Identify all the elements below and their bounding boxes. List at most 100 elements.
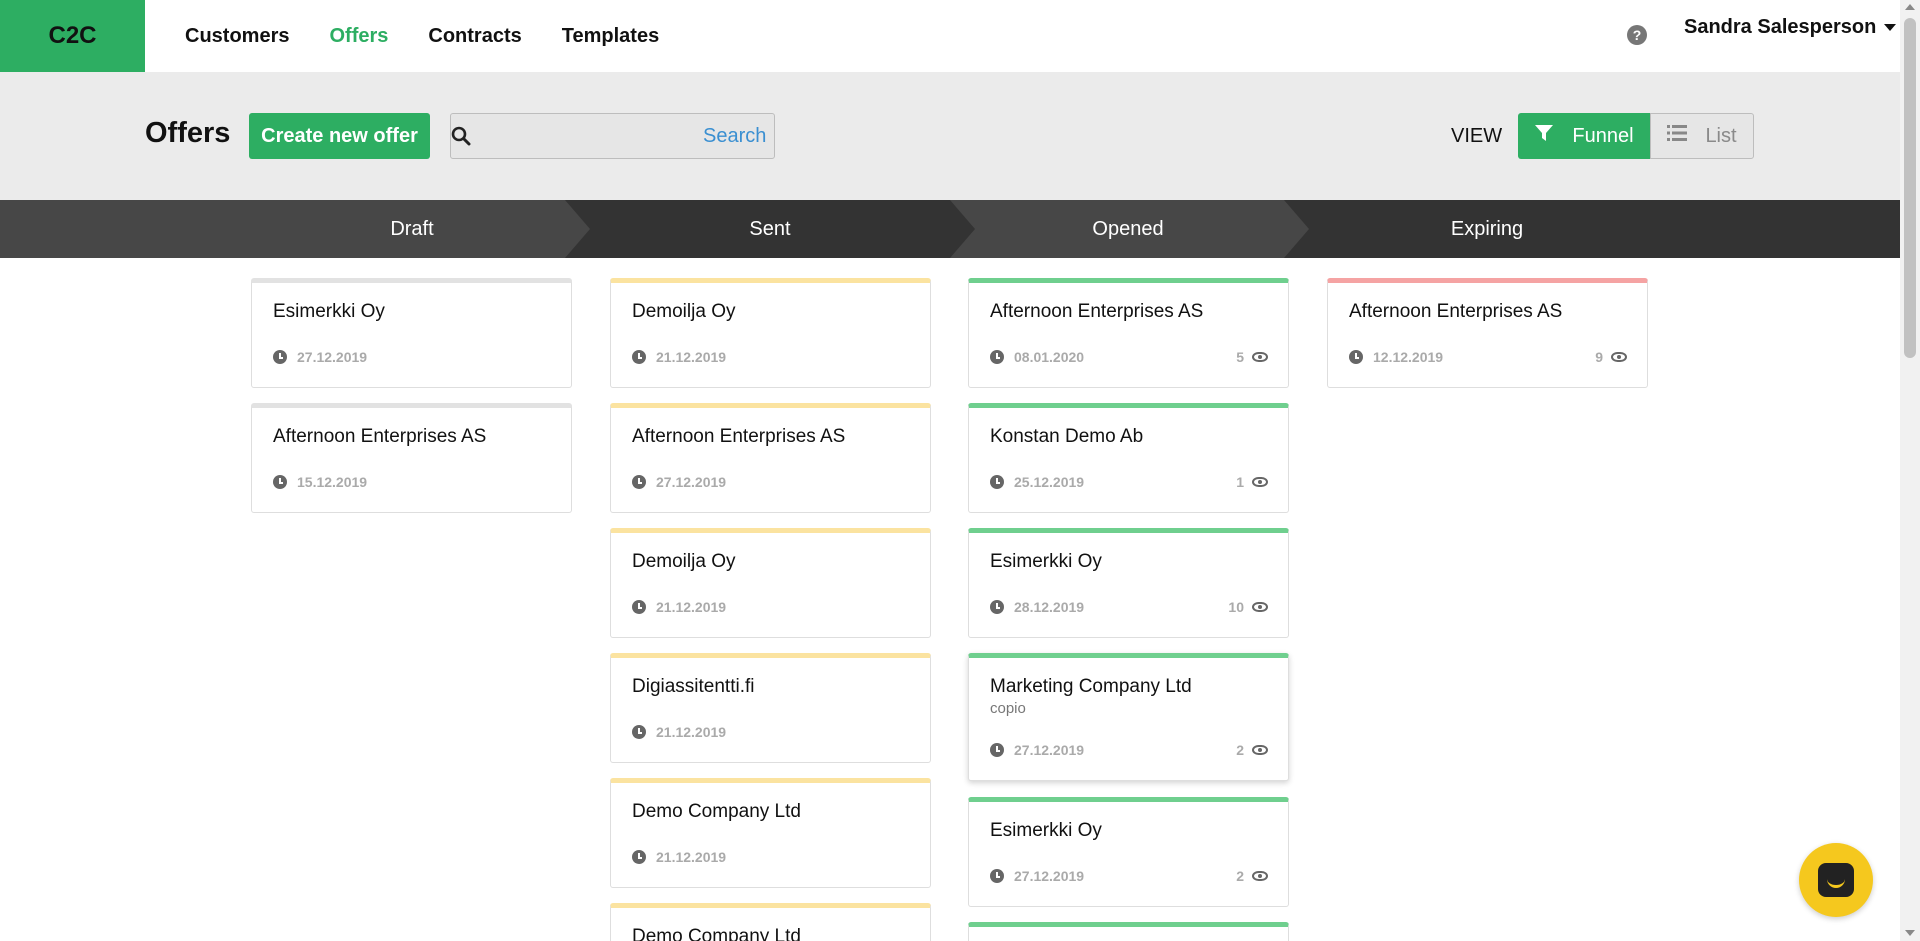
- view-count: 2: [1236, 742, 1244, 758]
- eye-icon: [1252, 745, 1268, 755]
- clock-icon: [632, 475, 646, 489]
- view-count: 5: [1236, 349, 1244, 365]
- clock-icon: [990, 475, 1004, 489]
- offer-customer-name: Marketing Company Ltd: [990, 676, 1192, 697]
- offer-customer-name: Afternoon Enterprises AS: [1349, 301, 1563, 322]
- offer-card[interactable]: Esimerkki Oy 27.12.2019 2: [968, 797, 1289, 907]
- offer-subtitle: copio: [990, 700, 1026, 717]
- offer-customer-name: Demoilja Oy: [632, 301, 736, 322]
- offer-customer-name: Digiassitentti.fi: [632, 676, 755, 697]
- app-logo[interactable]: C2C: [0, 0, 145, 72]
- clock-icon: [990, 350, 1004, 364]
- view-label: VIEW: [1451, 125, 1503, 147]
- search-icon: [451, 113, 471, 159]
- scroll-thumb[interactable]: [1904, 18, 1916, 358]
- search-button[interactable]: Search: [703, 125, 766, 148]
- scroll-down-icon[interactable]: [1905, 930, 1915, 936]
- eye-icon: [1252, 871, 1268, 881]
- eye-icon: [1611, 352, 1627, 362]
- stage-expiring: Expiring: [1450, 217, 1524, 240]
- eye-icon: [1252, 477, 1268, 487]
- offer-date: 27.12.2019: [297, 349, 368, 365]
- offer-customer-name: Demo Company Ltd: [632, 801, 801, 822]
- offer-card[interactable]: Esimerkki Oy 27.12.2019: [251, 278, 572, 388]
- clock-icon: [632, 600, 646, 614]
- stage-sent: Sent: [749, 217, 791, 240]
- offer-views: 2: [1236, 868, 1268, 884]
- offer-customer-name: Demo Company Ltd: [632, 926, 801, 941]
- clock-icon: [990, 743, 1004, 757]
- funnel-stage-bar: Draft Sent Opened Expiring: [0, 200, 1900, 258]
- view-count: 10: [1228, 599, 1244, 615]
- offer-date: 21.12.2019: [656, 599, 727, 615]
- offer-card[interactable]: Demoilja Oy 21.12.2019: [610, 278, 931, 388]
- offer-card[interactable]: Afternoon Enterprises AS 08.01.2020 5: [968, 278, 1289, 388]
- page-scrollbar[interactable]: [1900, 0, 1920, 941]
- help-icon[interactable]: ?: [1627, 25, 1647, 45]
- user-name: Sandra Salesperson: [1684, 16, 1877, 38]
- search-box: Search: [450, 113, 775, 159]
- nav-contracts[interactable]: Contracts: [428, 25, 521, 48]
- offer-card[interactable]: Konstan Demo Ab 25.12.2019 1: [968, 403, 1289, 513]
- offer-date: 08.01.2020: [1014, 349, 1085, 365]
- eye-icon: [1252, 352, 1268, 362]
- offer-customer-name: Esimerkki Oy: [990, 820, 1102, 841]
- user-menu[interactable]: Sandra Salesperson: [1684, 16, 1897, 39]
- clock-icon: [1349, 350, 1363, 364]
- page-header: Offers Create new offer Search VIEW Funn…: [0, 72, 1900, 200]
- caret-down-icon: [1884, 24, 1897, 31]
- offer-customer-name: Afternoon Enterprises AS: [273, 426, 487, 447]
- nav-templates[interactable]: Templates: [562, 25, 659, 48]
- view-funnel-label: Funnel: [1572, 124, 1634, 147]
- offer-card[interactable]: Marketing Company Ltd copio 27.12.2019 2: [968, 653, 1289, 781]
- top-navbar: C2C Customers Offers Contracts Templates…: [0, 0, 1900, 72]
- offer-customer-name: Esimerkki Oy: [273, 301, 385, 322]
- page-title: Offers: [145, 117, 231, 149]
- offer-card[interactable]: Afternoon Enterprises AS 27.12.2019: [610, 403, 931, 513]
- offer-card[interactable]: Esimerkki Oy 28.12.2019 10: [968, 528, 1289, 638]
- clock-icon: [990, 869, 1004, 883]
- stage-draft: Draft: [390, 217, 434, 240]
- offer-views: 2: [1236, 742, 1268, 758]
- chat-icon: [1818, 863, 1854, 897]
- offer-customer-name: Afternoon Enterprises AS: [632, 426, 846, 447]
- offer-date: 27.12.2019: [1014, 868, 1085, 884]
- offer-views: 10: [1228, 599, 1268, 615]
- offer-card[interactable]: [968, 922, 1289, 941]
- list-icon: [1667, 124, 1688, 148]
- offer-date: 27.12.2019: [1014, 742, 1085, 758]
- offer-date: 21.12.2019: [656, 724, 727, 740]
- offer-views: 1: [1236, 474, 1268, 490]
- offer-date: 15.12.2019: [297, 474, 368, 490]
- view-count: 1: [1236, 474, 1244, 490]
- offer-customer-name: Konstan Demo Ab: [990, 426, 1144, 447]
- chat-widget-button[interactable]: [1799, 843, 1873, 917]
- clock-icon: [632, 725, 646, 739]
- offer-card[interactable]: Digiassitentti.fi 21.12.2019: [610, 653, 931, 763]
- funnel-icon: [1534, 123, 1554, 149]
- search-input[interactable]: [471, 114, 703, 158]
- clock-icon: [632, 350, 646, 364]
- create-offer-button[interactable]: Create new offer: [249, 113, 430, 159]
- nav-customers[interactable]: Customers: [185, 25, 289, 48]
- nav-offers[interactable]: Offers: [329, 25, 388, 48]
- clock-icon: [632, 850, 646, 864]
- offer-card[interactable]: Afternoon Enterprises AS 12.12.2019 9: [1327, 278, 1648, 388]
- scroll-up-icon[interactable]: [1905, 4, 1915, 10]
- offer-date: 21.12.2019: [656, 349, 727, 365]
- offer-views: 5: [1236, 349, 1268, 365]
- offer-card[interactable]: Demo Company Ltd 21.12.2019: [610, 778, 931, 888]
- offer-card[interactable]: Demoilja Oy 21.12.2019: [610, 528, 931, 638]
- offer-card[interactable]: Demo Company Ltd: [610, 903, 931, 941]
- main-nav: Customers Offers Contracts Templates: [185, 0, 699, 72]
- view-funnel-button[interactable]: Funnel: [1518, 113, 1650, 159]
- clock-icon: [273, 350, 287, 364]
- offer-date: 28.12.2019: [1014, 599, 1085, 615]
- offer-views: 9: [1595, 349, 1627, 365]
- view-list-label: List: [1705, 124, 1737, 147]
- offer-customer-name: Demoilja Oy: [632, 551, 736, 572]
- offer-date: 12.12.2019: [1373, 349, 1444, 365]
- stage-opened: Opened: [1092, 217, 1164, 240]
- offer-card[interactable]: Afternoon Enterprises AS 15.12.2019: [251, 403, 572, 513]
- view-list-button[interactable]: List: [1650, 113, 1754, 159]
